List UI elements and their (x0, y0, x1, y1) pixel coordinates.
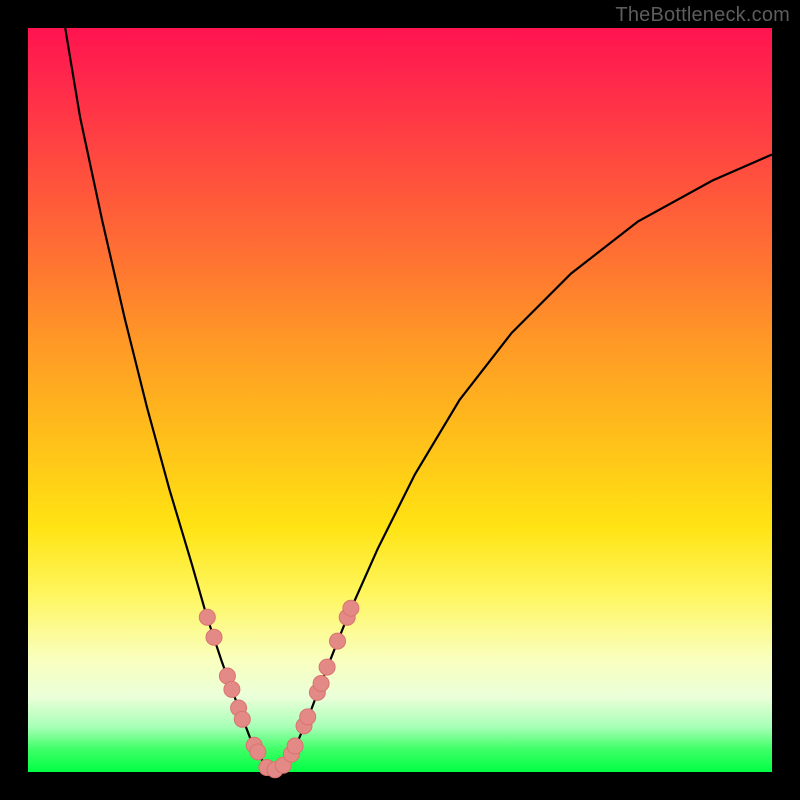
watermark-text: TheBottleneck.com (615, 4, 790, 27)
marker-point (234, 711, 250, 727)
data-markers (199, 600, 359, 778)
marker-point (287, 738, 303, 754)
marker-point (319, 659, 335, 675)
chart-svg (28, 28, 772, 772)
marker-point (206, 629, 222, 645)
marker-point (300, 709, 316, 725)
outer-frame: TheBottleneck.com (0, 0, 800, 800)
marker-point (343, 600, 359, 616)
marker-point (224, 681, 240, 697)
marker-point (199, 609, 215, 625)
curve-lines (65, 28, 772, 771)
plot-area (28, 28, 772, 772)
marker-point (250, 744, 266, 760)
marker-point (313, 676, 329, 692)
marker-point (330, 633, 346, 649)
curve-right-branch (274, 155, 773, 771)
curve-left-branch (65, 28, 273, 771)
